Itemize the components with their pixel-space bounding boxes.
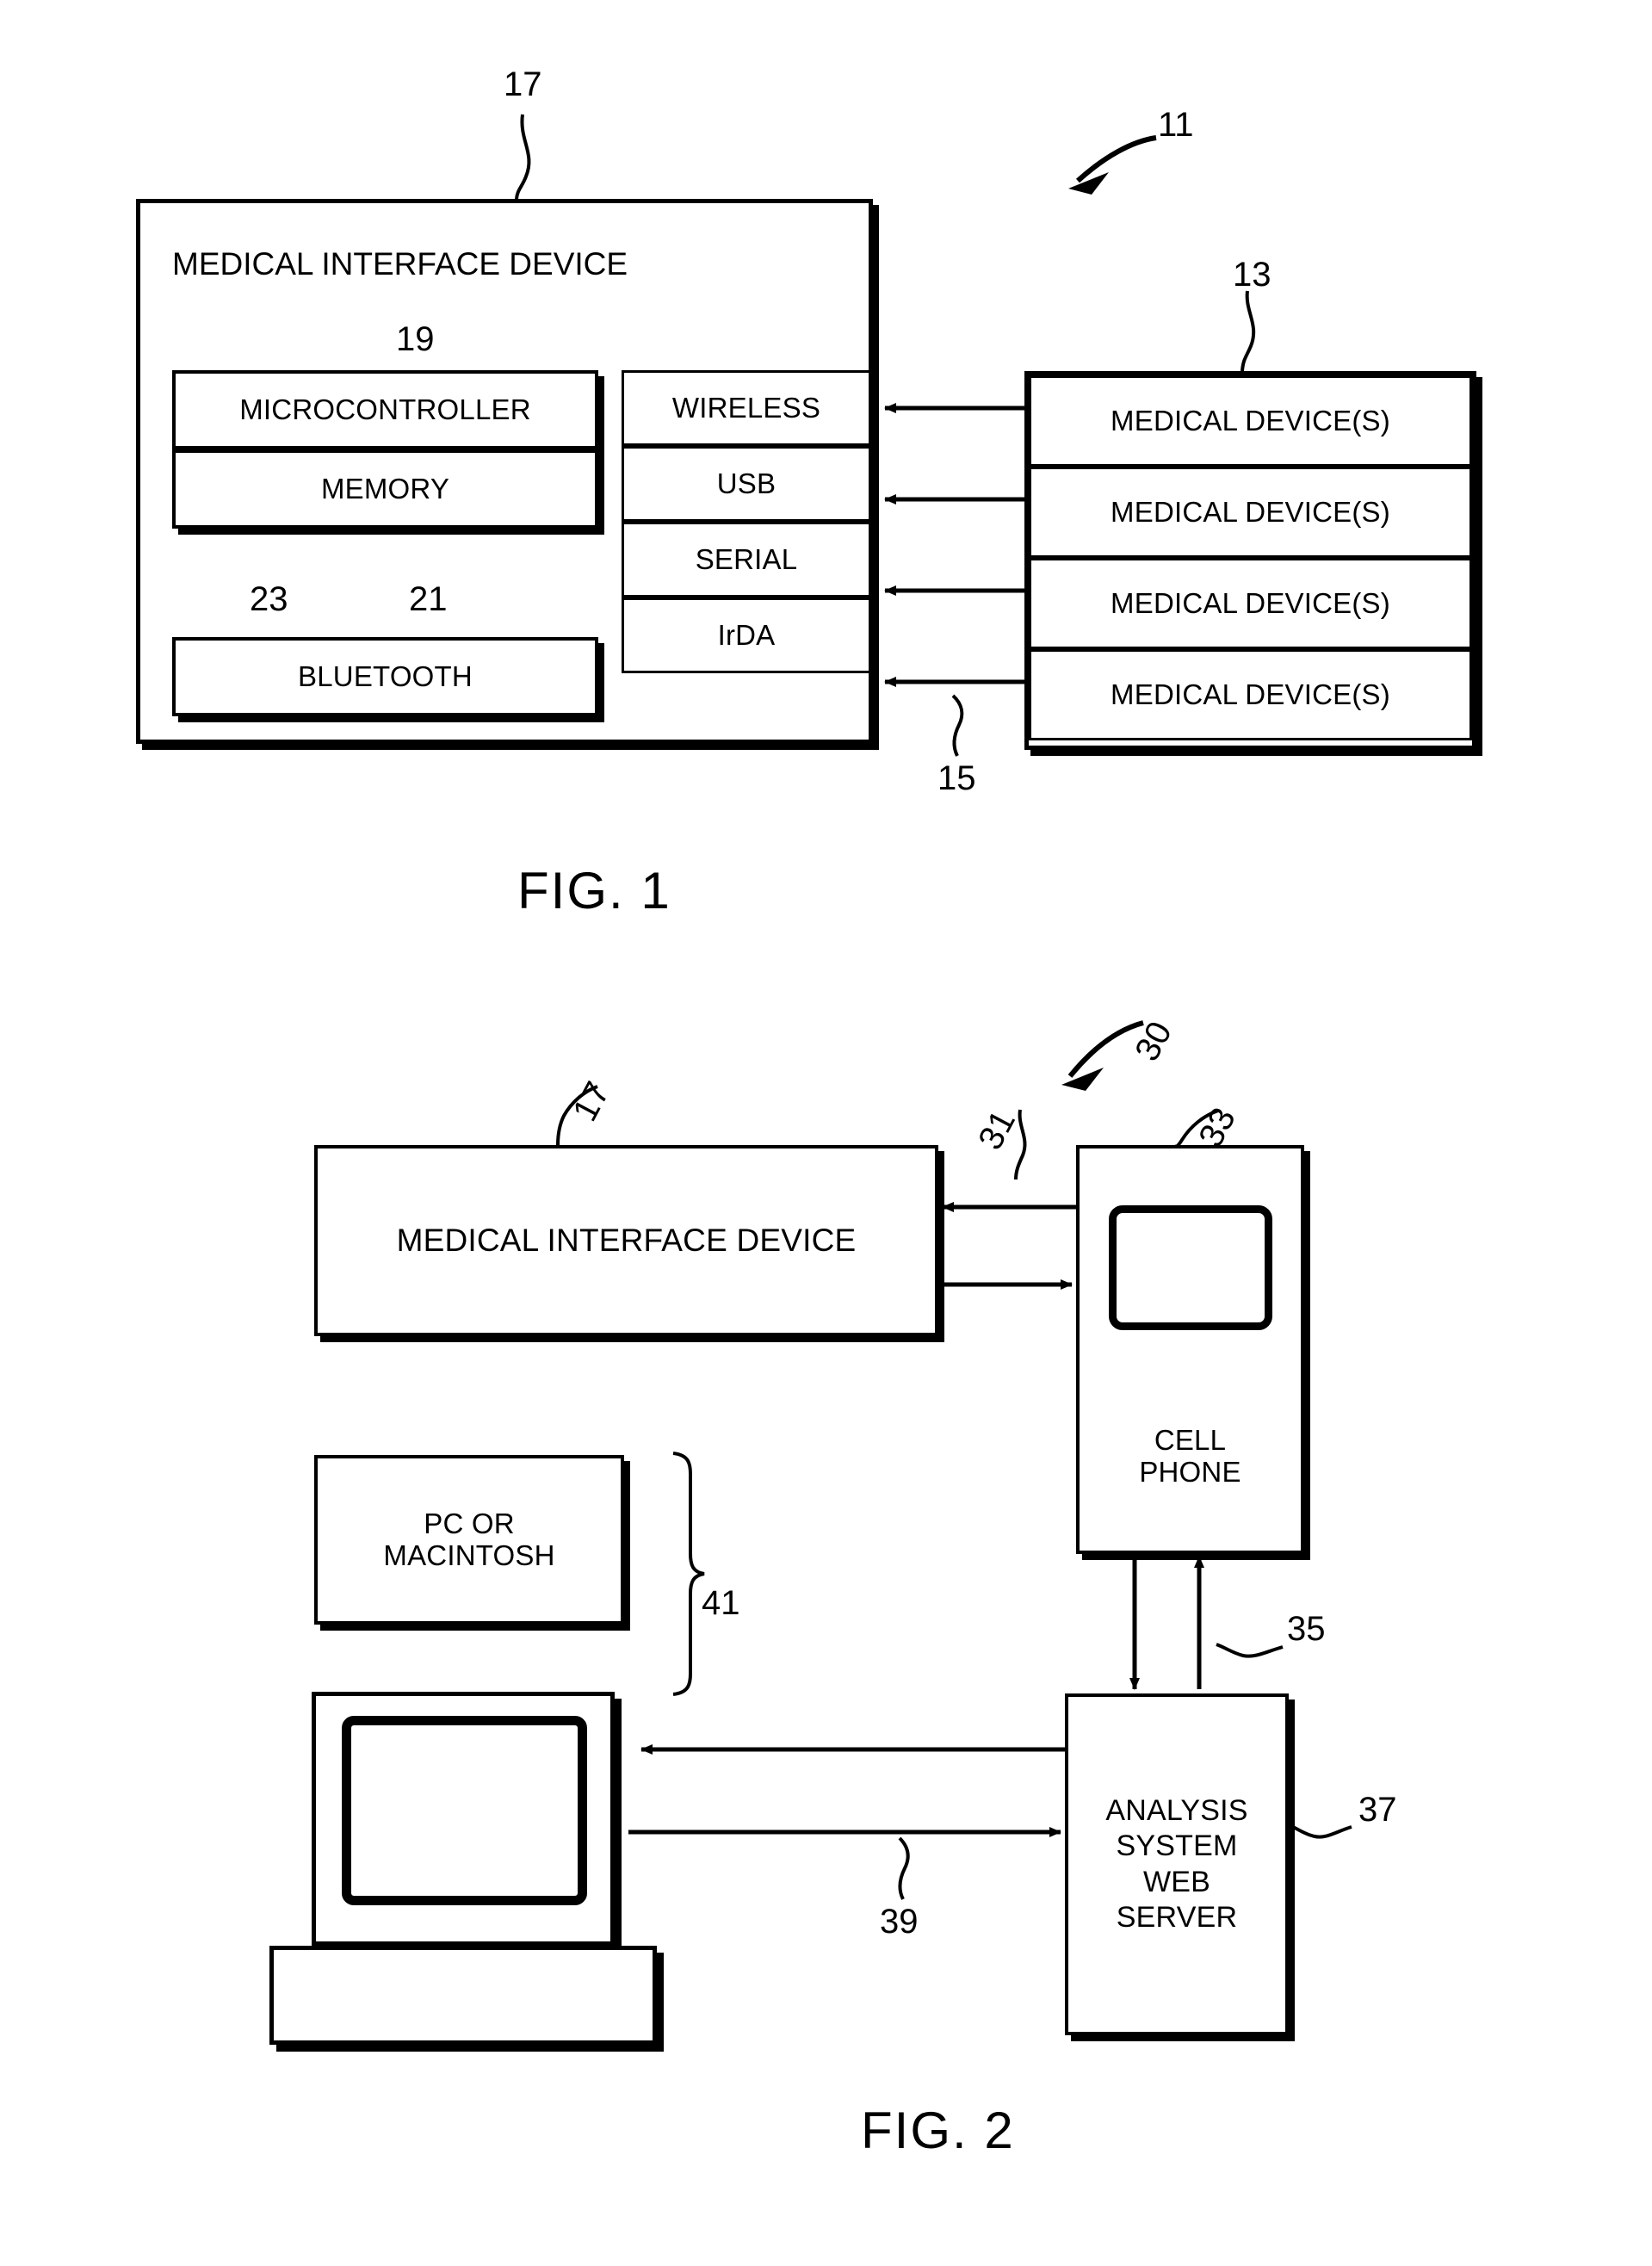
medical-device-box-4: MEDICAL DEVICE(S)	[1029, 649, 1472, 740]
irda-port-label: IrDA	[717, 618, 776, 651]
ref-numeral-37: 37	[1358, 1791, 1397, 1829]
ref-numeral-15: 15	[937, 759, 976, 797]
medical-device-box-2: MEDICAL DEVICE(S)	[1029, 467, 1472, 558]
ref-numeral-19: 19	[396, 320, 435, 358]
medical-device-label-1: MEDICAL DEVICE(S)	[1111, 404, 1390, 436]
usb-port-box: USB	[622, 446, 871, 522]
microcontroller-box: MICROCONTROLLER	[172, 370, 598, 449]
medical-device-label-3: MEDICAL DEVICE(S)	[1111, 586, 1390, 619]
cell-phone-label: CELL PHONE	[1139, 1424, 1241, 1489]
usb-port-label: USB	[716, 467, 777, 499]
ref-numeral-35: 35	[1287, 1610, 1326, 1648]
computer-monitor-base-icon	[269, 1946, 657, 2045]
ref-numeral-41: 41	[702, 1584, 740, 1622]
wireless-port-label: WIRELESS	[671, 391, 821, 424]
wireless-port-box: WIRELESS	[622, 370, 871, 446]
ref-numeral-39: 39	[880, 1903, 919, 1941]
pc-or-macintosh-box: PC OR MACINTOSH	[314, 1455, 624, 1625]
memory-label: MEMORY	[320, 472, 450, 505]
analysis-system-web-server-box: ANALYSIS SYSTEM WEB SERVER	[1065, 1693, 1289, 2035]
medical-device-box-1: MEDICAL DEVICE(S)	[1029, 375, 1472, 467]
ref-numeral-17-fig1: 17	[504, 65, 542, 103]
serial-port-box: SERIAL	[622, 522, 871, 597]
ref-numeral-17-fig2: 17	[566, 1075, 618, 1128]
memory-box: MEMORY	[172, 449, 598, 529]
bluetooth-label: BLUETOOTH	[298, 659, 473, 692]
bluetooth-box: BLUETOOTH	[172, 637, 598, 716]
ref-numeral-13: 13	[1233, 256, 1271, 294]
medical-interface-device-label-fig2: MEDICAL INTERFACE DEVICE	[396, 1223, 857, 1259]
microcontroller-label: MICROCONTROLLER	[239, 393, 531, 425]
computer-monitor-screen-icon	[342, 1716, 587, 1905]
ref-numeral-11: 11	[1158, 106, 1194, 144]
cell-phone-screen-icon	[1109, 1205, 1272, 1330]
ref-numeral-23: 23	[250, 580, 288, 618]
figure-2-caption: FIG. 2	[861, 2102, 1015, 2159]
pc-or-macintosh-label: PC OR MACINTOSH	[383, 1507, 555, 1571]
medical-interface-device-title-fig1: MEDICAL INTERFACE DEVICE	[172, 246, 628, 282]
ref-numeral-31: 31	[971, 1104, 1024, 1156]
medical-interface-device-box-fig2: MEDICAL INTERFACE DEVICE	[314, 1145, 938, 1336]
ref-numeral-30: 30	[1128, 1015, 1180, 1068]
figure-1-caption: FIG. 1	[517, 862, 671, 919]
patent-drawing-sheet: MEDICAL INTERFACE DEVICE MICROCONTROLLER…	[0, 0, 1652, 2266]
ref-numeral-21: 21	[409, 580, 448, 618]
analysis-system-web-server-label: ANALYSIS SYSTEM WEB SERVER	[1105, 1793, 1248, 1934]
medical-device-label-4: MEDICAL DEVICE(S)	[1111, 678, 1390, 710]
medical-device-box-3: MEDICAL DEVICE(S)	[1029, 558, 1472, 649]
irda-port-box: IrDA	[622, 597, 871, 673]
serial-port-label: SERIAL	[695, 542, 798, 575]
medical-device-label-2: MEDICAL DEVICE(S)	[1111, 495, 1390, 528]
